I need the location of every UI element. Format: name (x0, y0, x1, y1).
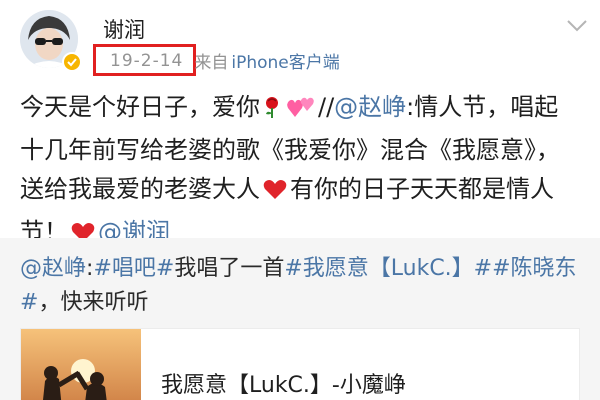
verified-badge-icon (62, 52, 82, 72)
weibo-post-screen: 谢润 19-2-14 来自 iPhone客户端 今天是个好日子，爱你 // @赵峥:… (0, 0, 600, 400)
topic-link[interactable]: #唱吧# (93, 256, 174, 281)
repost-mention-link[interactable]: @赵峥 (20, 256, 86, 281)
source-client-link[interactable]: iPhone客户端 (231, 48, 339, 73)
rose-emoji-icon (262, 92, 282, 131)
repost-block[interactable]: @赵峥:#唱吧#我唱了一首#我愿意【LukC.】##陈晓东#，快来听听 我愿意【… (0, 238, 600, 400)
post-text-part: // (318, 93, 335, 121)
red-heart-emoji-icon (262, 174, 288, 213)
repost-text-part: 我唱了一首 (174, 256, 285, 281)
pink-hearts-emoji-icon (286, 92, 316, 131)
post-text: 今天是个好日子，爱你//@赵峥:情人节，唱起十几年前写给老婆的歌《我爱你》混合《… (20, 88, 580, 256)
media-card-title: 我愿意【LukC.】-小魔峥 (161, 373, 406, 398)
repost-text-part: ，快来听听 (38, 290, 149, 315)
mention-link[interactable]: @赵峥 (334, 93, 406, 121)
post-date: 19-2-14 (93, 44, 197, 76)
source-prefix: 来自 (194, 52, 229, 73)
media-thumbnail (21, 329, 141, 400)
post-date-text: 19-2-14 (110, 50, 184, 71)
topic-link[interactable]: #我愿意【LukC.】# (284, 256, 492, 281)
repost-text: @赵峥:#唱吧#我唱了一首#我愿意【LukC.】##陈晓东#，快来听听 (20, 252, 580, 320)
media-card[interactable]: 我愿意【LukC.】-小魔峥 (20, 328, 580, 400)
author-name[interactable]: 谢润 (103, 14, 145, 44)
chevron-down-icon[interactable] (566, 18, 588, 32)
post-meta: 19-2-14 来自 iPhone客户端 (93, 44, 340, 76)
post-text-part: 今天是个好日子，爱你 (20, 93, 260, 121)
